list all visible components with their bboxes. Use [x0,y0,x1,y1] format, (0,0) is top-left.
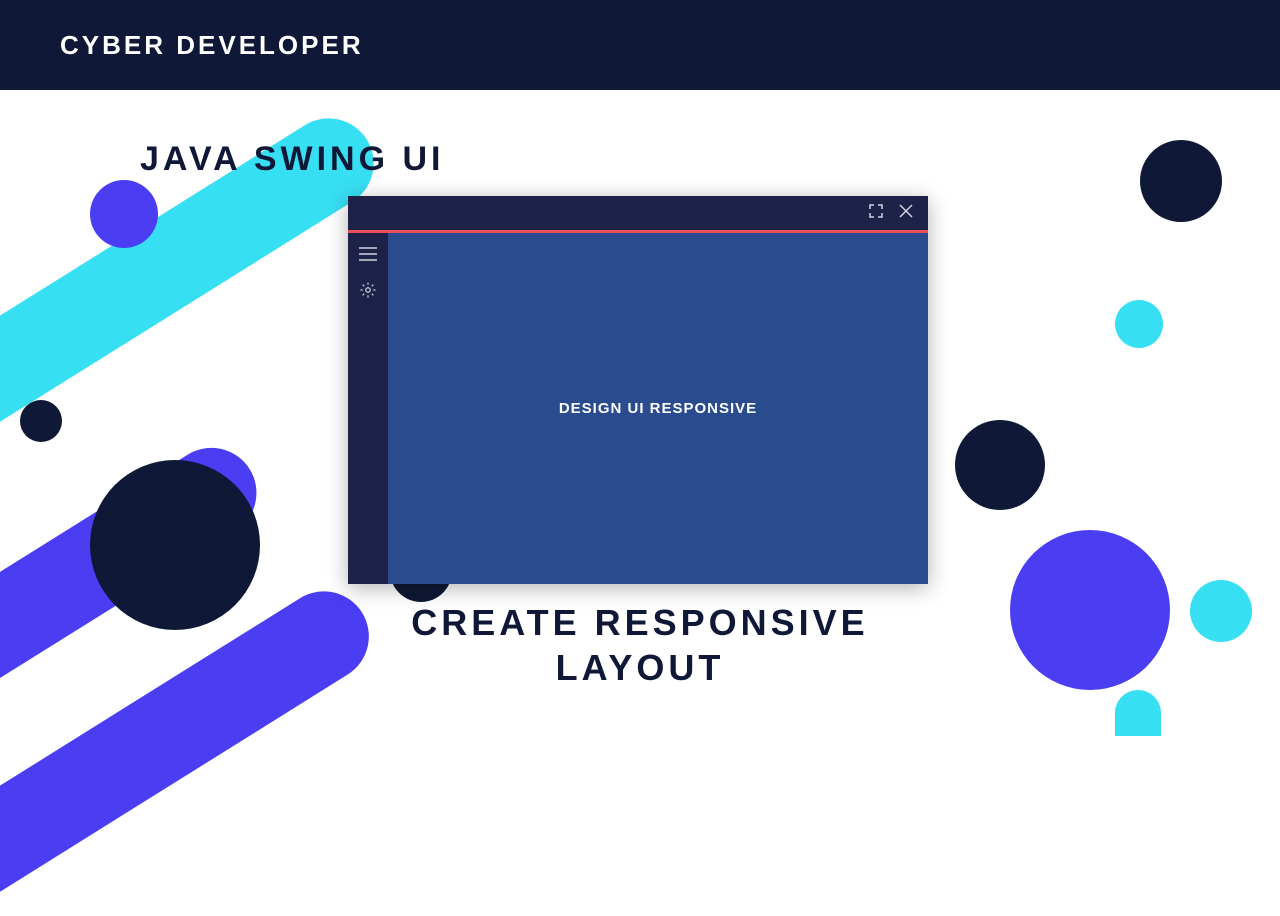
subtitle: JAVA SWING UI [140,140,445,179]
sidebar [348,233,388,584]
decor-circle [90,180,158,248]
decor-circle [1140,140,1222,222]
bottom-title-line2: LAYOUT [0,645,1280,690]
content-text: DESIGN UI RESPONSIVE [559,400,757,417]
maximize-icon [868,203,884,219]
decor-circle [20,400,62,442]
hamburger-icon [358,246,378,262]
close-icon [898,203,914,219]
header-bar: CYBER DEVELOPER [0,0,1280,90]
window-body: DESIGN UI RESPONSIVE [348,233,928,584]
maximize-button[interactable] [868,203,884,224]
gear-icon [359,281,377,299]
decor-circle [1115,690,1161,736]
titlebar [348,196,928,230]
menu-button[interactable] [357,243,379,265]
app-window: DESIGN UI RESPONSIVE [348,196,928,584]
decor-circle [955,420,1045,510]
header-title: CYBER DEVELOPER [60,30,364,61]
bottom-title-line1: CREATE RESPONSIVE [0,600,1280,645]
decor-circle [1115,300,1163,348]
close-button[interactable] [898,203,914,224]
content-area: DESIGN UI RESPONSIVE [388,233,928,584]
bottom-title: CREATE RESPONSIVE LAYOUT [0,600,1280,690]
settings-button[interactable] [357,279,379,301]
